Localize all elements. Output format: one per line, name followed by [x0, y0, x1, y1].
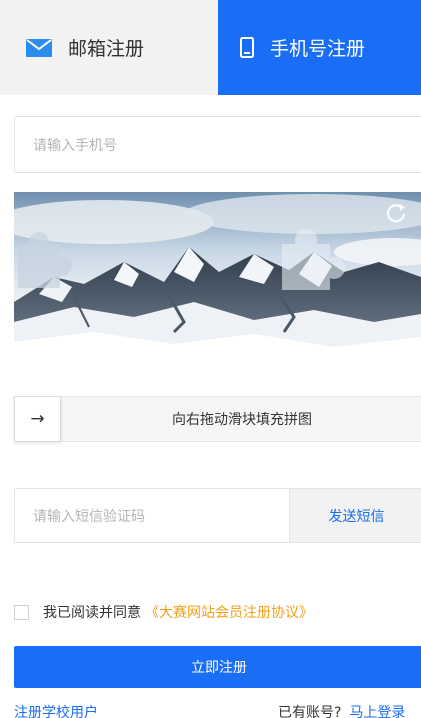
agreement-checkbox[interactable] [14, 604, 29, 620]
register-button[interactable]: 立即注册 [14, 646, 421, 688]
agreement-link[interactable]: 《大赛网站会员注册协议》 [145, 602, 313, 622]
tab-email-register[interactable]: 邮箱注册 [0, 0, 218, 95]
refresh-icon[interactable] [385, 202, 407, 224]
captcha-slider-track: → 向右拖动滑块填充拼图 [14, 396, 421, 442]
captcha-image [14, 192, 421, 362]
phone-input[interactable]: 请输入手机号 [14, 116, 421, 173]
slider-handle[interactable]: → [14, 396, 61, 442]
register-tabs: 邮箱注册 手机号注册 [0, 0, 421, 95]
mobile-phone-icon [240, 37, 254, 58]
arrow-right-icon: → [30, 409, 45, 429]
tab-phone-label: 手机号注册 [270, 38, 366, 60]
phone-input-placeholder: 请输入手机号 [33, 137, 117, 154]
has-account-text: 已有账号? [278, 705, 342, 718]
sms-code-input[interactable]: 请输入短信验证码 [14, 488, 290, 543]
agreement-row: 我已阅读并同意 《大赛网站会员注册协议》 [14, 601, 313, 623]
sms-code-placeholder: 请输入短信验证码 [33, 508, 145, 525]
mountain-landscape-image [14, 192, 421, 362]
school-register-link[interactable]: 注册学校用户 [14, 702, 98, 718]
tab-phone-register[interactable]: 手机号注册 [218, 0, 421, 95]
slider-hint: 向右拖动滑块填充拼图 [172, 412, 312, 428]
login-link[interactable]: 马上登录 [349, 705, 405, 718]
envelope-icon [26, 38, 52, 57]
tab-email-label: 邮箱注册 [68, 38, 145, 60]
login-prompt: 已有账号? 马上登录 [278, 702, 405, 718]
agreement-text: 我已阅读并同意 [43, 605, 141, 621]
send-sms-button[interactable]: 发送短信 [289, 488, 421, 543]
